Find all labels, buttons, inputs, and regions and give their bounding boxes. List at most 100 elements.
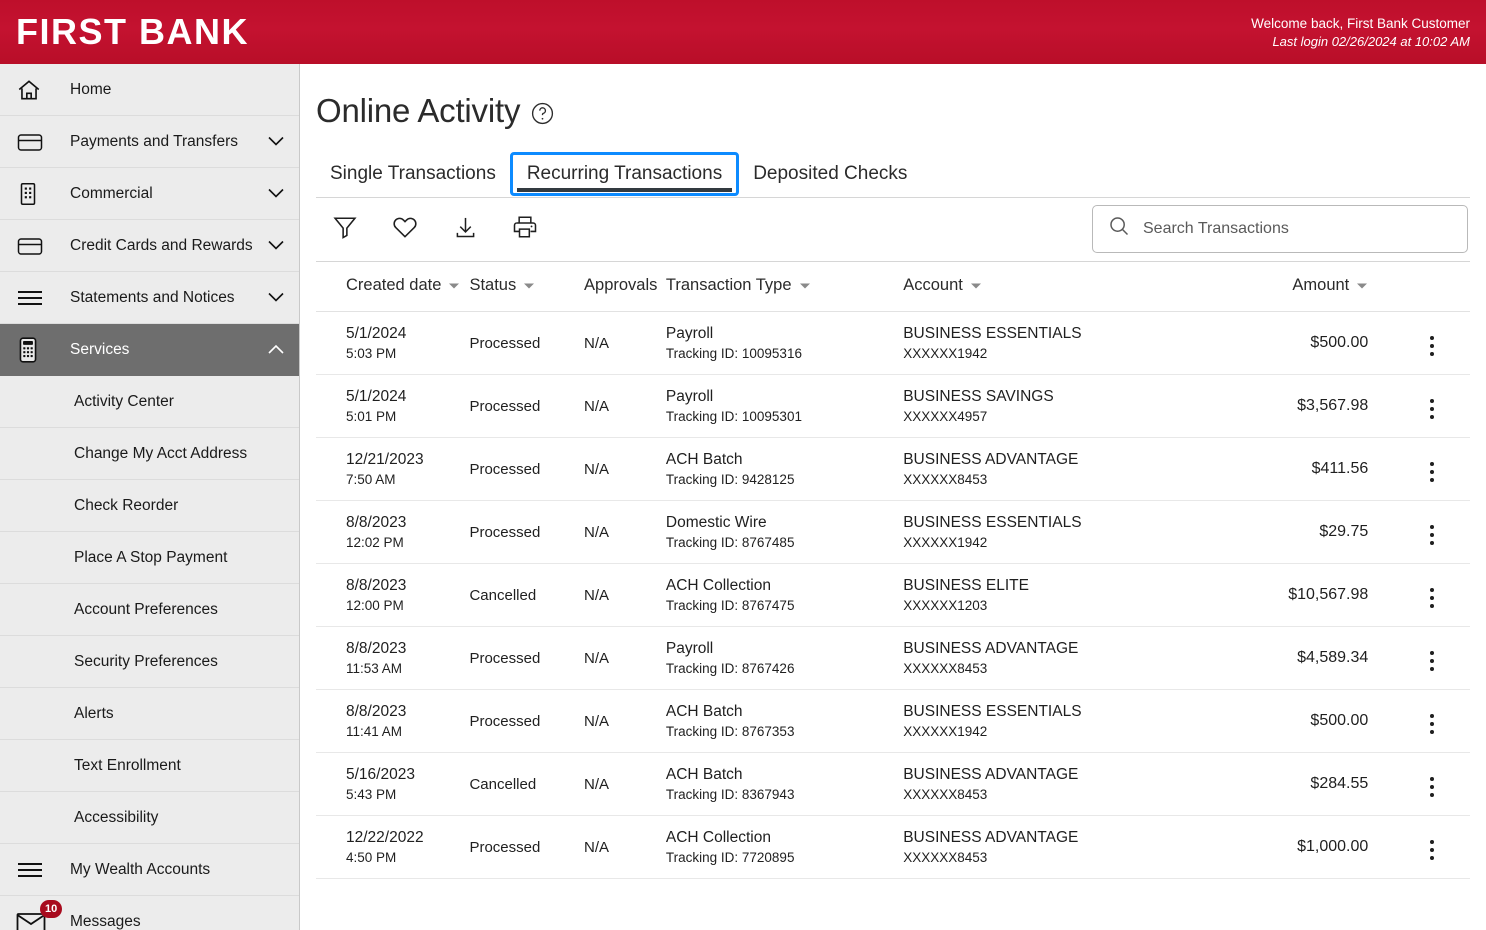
help-circle-icon[interactable] <box>530 96 555 126</box>
chevron-down-icon[interactable] <box>267 188 285 199</box>
sidebar-item-label: Commercial <box>70 184 153 202</box>
sidebar-item-my-wealth-accounts[interactable]: My Wealth Accounts <box>0 844 299 896</box>
row-actions-menu-icon[interactable] <box>1420 836 1444 864</box>
row-time: 7:50 AM <box>346 472 396 487</box>
sidebar-item-credit-cards-and-rewards[interactable]: Credit Cards and Rewards <box>0 220 299 272</box>
row-account-number: XXXXXX4957 <box>903 409 988 424</box>
sidebar-item-services[interactable]: Services <box>0 324 299 376</box>
tab-deposited-checks[interactable]: Deposited Checks <box>739 152 921 196</box>
cell-actions <box>1394 500 1470 564</box>
search-icon <box>1107 214 1131 243</box>
row-account-number: XXXXXX8453 <box>903 472 988 487</box>
sort-arrow-icon[interactable] <box>799 276 811 295</box>
cell-status: Processed <box>469 500 585 564</box>
chevron-down-icon[interactable] <box>267 240 285 251</box>
column-header-created-date[interactable]: Created date <box>316 262 470 312</box>
cell-account: BUSINESS ADVANTAGE XXXXXX8453 <box>903 752 1200 816</box>
row-date: 8/8/2023 <box>346 577 407 594</box>
sidebar-nav: Home Payments and Transfers Commercial C… <box>0 64 300 930</box>
sort-arrow-icon[interactable] <box>1356 276 1368 295</box>
row-amount: $10,567.98 <box>1288 586 1369 603</box>
row-actions-menu-icon[interactable] <box>1420 584 1444 612</box>
row-actions-menu-icon[interactable] <box>1420 710 1444 738</box>
sidebar-subitem-place-a-stop-payment[interactable]: Place A Stop Payment <box>0 532 299 584</box>
cell-amount: $4,589.34 <box>1199 626 1395 690</box>
table-row[interactable]: 5/1/2024 5:01 PM Processed N/A Payroll T… <box>316 374 1470 438</box>
sidebar-subitem-account-preferences[interactable]: Account Preferences <box>0 584 299 636</box>
row-date: 8/8/2023 <box>346 703 407 720</box>
table-header-row: Created date Status Approvals Transactio… <box>316 262 1470 312</box>
sort-arrow-icon[interactable] <box>970 276 982 295</box>
cell-actions <box>1394 689 1470 753</box>
table-body: 5/1/2024 5:03 PM Processed N/A Payroll T… <box>316 311 1470 879</box>
tab-single-transactions[interactable]: Single Transactions <box>316 152 510 196</box>
row-actions-menu-icon[interactable] <box>1420 521 1444 549</box>
cell-approvals: N/A <box>584 626 666 690</box>
column-label: Account <box>903 276 963 294</box>
sidebar-subitem-check-reorder[interactable]: Check Reorder <box>0 480 299 532</box>
sidebar-subitem-text-enrollment[interactable]: Text Enrollment <box>0 740 299 792</box>
row-time: 5:03 PM <box>346 346 397 361</box>
column-header-account[interactable]: Account <box>903 262 1200 312</box>
row-actions-menu-icon[interactable] <box>1420 647 1444 675</box>
sidebar-subitem-accessibility[interactable]: Accessibility <box>0 792 299 844</box>
sidebar-item-home[interactable]: Home <box>0 64 299 116</box>
sidebar-item-payments-and-transfers[interactable]: Payments and Transfers <box>0 116 299 168</box>
row-actions-menu-icon[interactable] <box>1420 458 1444 486</box>
cell-created-date: 5/1/2024 5:01 PM <box>316 374 470 438</box>
table-row[interactable]: 12/21/2023 7:50 AM Processed N/A ACH Bat… <box>316 437 1470 501</box>
search-transactions-box[interactable] <box>1092 204 1468 253</box>
chevron-down-icon[interactable] <box>267 292 285 303</box>
column-header-amount[interactable]: Amount <box>1199 262 1395 312</box>
chevron-down-icon[interactable] <box>267 136 285 147</box>
row-time: 4:50 PM <box>346 850 397 865</box>
row-actions-menu-icon[interactable] <box>1420 773 1444 801</box>
sidebar-item-messages[interactable]: 10 Messages <box>0 896 299 930</box>
sort-arrow-icon[interactable] <box>523 276 535 295</box>
sidebar-subitem-activity-center[interactable]: Activity Center <box>0 376 299 428</box>
table-row[interactable]: 5/1/2024 5:03 PM Processed N/A Payroll T… <box>316 311 1470 375</box>
sidebar-subitem-alerts[interactable]: Alerts <box>0 688 299 740</box>
row-amount: $500.00 <box>1310 712 1369 729</box>
cell-created-date: 12/21/2023 7:50 AM <box>316 437 470 501</box>
page-title: Online Activity <box>316 92 521 129</box>
welcome-message: Welcome back, First Bank Customer <box>1251 15 1470 31</box>
row-date: 12/22/2022 <box>346 829 424 846</box>
sidebar-subitem-change-my-acct-address[interactable]: Change My Acct Address <box>0 428 299 480</box>
print-button[interactable] <box>506 210 544 248</box>
column-header-status[interactable]: Status <box>469 262 585 312</box>
row-tracking-id: Tracking ID: 7720895 <box>665 850 795 865</box>
cell-account: BUSINESS ADVANTAGE XXXXXX8453 <box>903 815 1200 879</box>
table-row[interactable]: 8/8/2023 12:00 PM Cancelled N/A ACH Coll… <box>316 563 1470 627</box>
search-input[interactable] <box>1143 219 1443 238</box>
table-row[interactable]: 5/16/2023 5:43 PM Cancelled N/A ACH Batc… <box>316 752 1470 816</box>
favorite-button[interactable] <box>386 210 424 248</box>
download-button[interactable] <box>446 210 484 248</box>
cell-status: Processed <box>469 311 585 375</box>
row-date: 8/8/2023 <box>346 640 407 657</box>
row-actions-menu-icon[interactable] <box>1420 395 1444 423</box>
cell-amount: $500.00 <box>1199 311 1395 375</box>
tab-bar: Single Transactions Recurring Transactio… <box>316 152 1470 198</box>
chevron-up-icon[interactable] <box>267 344 285 355</box>
cell-amount: $29.75 <box>1199 500 1395 564</box>
row-amount: $411.56 <box>1311 460 1369 477</box>
row-account-name: BUSINESS SAVINGS <box>903 388 1054 405</box>
row-actions-menu-icon[interactable] <box>1420 332 1444 360</box>
table-row[interactable]: 8/8/2023 11:53 AM Processed N/A Payroll … <box>316 626 1470 690</box>
cell-status: Processed <box>469 374 585 438</box>
sidebar-item-commercial[interactable]: Commercial <box>0 168 299 220</box>
filter-button[interactable] <box>326 210 364 248</box>
table-row[interactable]: 8/8/2023 11:41 AM Processed N/A ACH Batc… <box>316 689 1470 753</box>
sort-arrow-icon[interactable] <box>448 276 460 295</box>
toolbar-icon-group <box>316 210 544 248</box>
table-row[interactable]: 12/22/2022 4:50 PM Processed N/A ACH Col… <box>316 815 1470 879</box>
table-row[interactable]: 8/8/2023 12:02 PM Processed N/A Domestic… <box>316 500 1470 564</box>
column-header-transaction-type[interactable]: Transaction Type <box>665 262 904 312</box>
card-icon <box>16 129 56 155</box>
sidebar-subitem-security-preferences[interactable]: Security Preferences <box>0 636 299 688</box>
sidebar-item-statements-and-notices[interactable]: Statements and Notices <box>0 272 299 324</box>
sidebar-subitem-label: Alerts <box>74 704 114 722</box>
sidebar-item-label: Home <box>70 80 112 98</box>
tab-recurring-transactions[interactable]: Recurring Transactions <box>509 152 740 196</box>
